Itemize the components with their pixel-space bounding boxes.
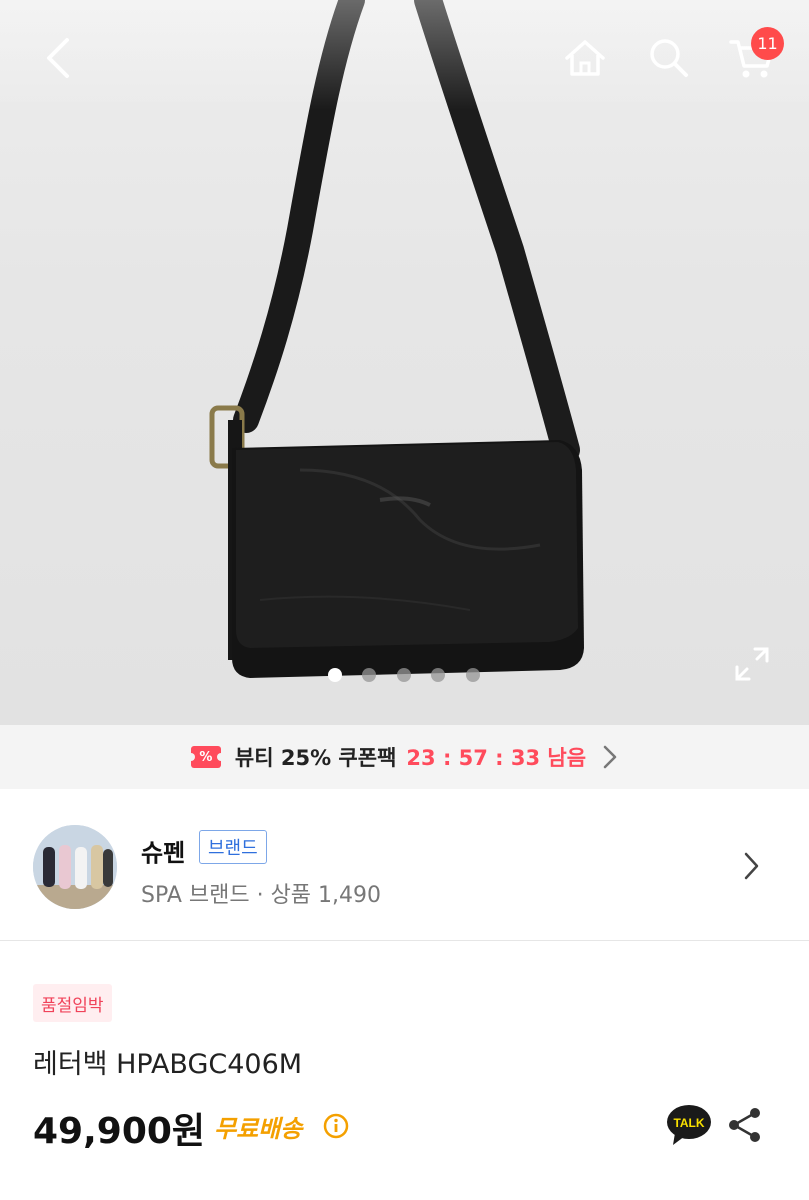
chevron-right-icon [744,852,759,880]
coupon-banner[interactable]: % 뷰티 25% 쿠폰팩 23 : 57 : 33 남음 [0,725,809,789]
share-icon[interactable] [726,1106,764,1144]
info-icon[interactable] [323,1113,349,1139]
product-image-gallery[interactable]: 11 [0,0,809,725]
gallery-pagination [0,668,809,684]
gallery-dot-5[interactable] [466,668,480,682]
gallery-dot-2[interactable] [362,668,376,682]
search-button[interactable] [641,30,697,86]
store-info-row[interactable]: 슈펜 브랜드 SPA 브랜드 · 상품 1,490 [0,789,809,941]
coupon-ticket-icon: % [186,746,225,768]
home-icon [565,40,605,76]
brand-badge: 브랜드 [199,830,267,864]
search-icon [650,39,688,77]
chevron-right-icon [603,745,617,769]
store-avatar [33,825,117,909]
free-shipping-label: 무료배송 [214,1115,303,1143]
product-title: 레터백 HPABGC406M [33,1049,303,1080]
store-name: 슈펜 [141,839,186,867]
chevron-left-icon [47,38,69,78]
cart-count-badge: 11 [751,27,784,60]
gallery-dot-3[interactable] [397,668,411,682]
expand-icon[interactable] [733,645,771,683]
coupon-label: 뷰티 25% 쿠폰팩 [234,746,397,770]
gallery-dot-1[interactable] [328,668,342,682]
gallery-dot-4[interactable] [431,668,445,682]
home-button[interactable] [557,30,613,86]
kakao-talk-label: TALK [673,1116,704,1130]
product-price: 49,900원 [33,1111,206,1152]
store-meta: SPA 브랜드 · 상품 1,490 [141,883,382,908]
kakao-talk-icon[interactable]: TALK [665,1103,713,1147]
coupon-countdown: 23 : 57 : 33 남음 [406,746,587,770]
back-button[interactable] [30,30,86,86]
status-badge: 품절임박 [33,984,112,1022]
